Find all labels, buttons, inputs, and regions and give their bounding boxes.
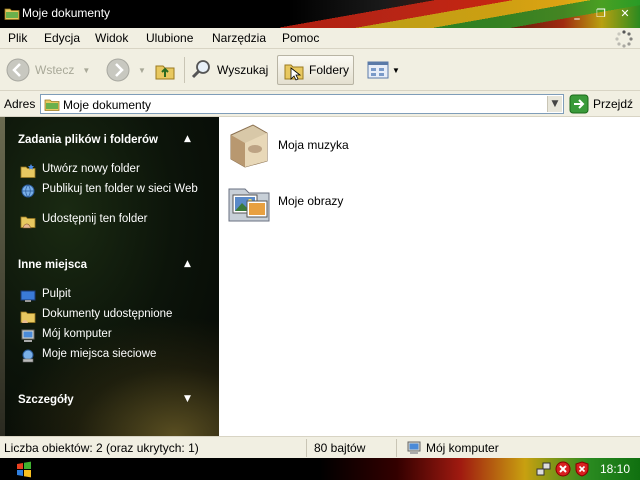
back-arrow-icon — [6, 58, 30, 82]
taskbar: 18:10 — [0, 458, 640, 480]
task-pane: Zadania plików i folderów ▲ Utwórz nowy … — [0, 117, 219, 436]
close-button[interactable]: ✕ — [618, 7, 632, 21]
place-label: Pulpit — [42, 288, 71, 300]
documents-folder-icon — [44, 99, 60, 111]
new-folder-icon — [20, 164, 36, 178]
title-bar[interactable]: Moje dokumenty _ ❐ ✕ — [0, 0, 640, 28]
place-label: Mój komputer — [42, 328, 112, 340]
menu-plik[interactable]: Plik — [8, 31, 27, 45]
publish-web-icon — [21, 184, 35, 198]
section-title-file-tasks[interactable]: Zadania plików i folderów — [18, 134, 158, 146]
menu-bar: Plik Edycja Widok Ulubione Narzędzia Pom… — [0, 28, 640, 49]
go-label: Przejdź — [593, 97, 634, 111]
toolbar: Wstecz ▼ ▼ Wyszukaj Foldery ▼ — [0, 49, 640, 91]
file-list[interactable]: Moja muzyka Moje obrazy — [219, 117, 640, 436]
section-title-other-places[interactable]: Inne miejsca — [18, 259, 87, 271]
folder-item-music[interactable]: Moja muzyka — [225, 119, 349, 171]
item-label: Moja muzyka — [278, 138, 349, 152]
menu-widok[interactable]: Widok — [95, 31, 128, 45]
back-button[interactable]: Wstecz ▼ — [6, 55, 90, 85]
status-divider — [306, 439, 307, 457]
task-share-folder[interactable]: Udostępnij ten folder — [20, 213, 210, 229]
section-title-details[interactable]: Szczegóły — [18, 394, 74, 406]
place-my-computer[interactable]: Mój komputer — [20, 328, 210, 344]
toolbar-separator — [184, 57, 185, 83]
back-label: Wstecz — [35, 63, 75, 77]
folders-label: Foldery — [309, 63, 350, 77]
title-bar-decoration — [280, 0, 640, 28]
menu-narzedzia[interactable]: Narzędzia — [212, 31, 266, 45]
status-location-label: Mój komputer — [426, 441, 499, 455]
start-button-windows-icon[interactable] — [14, 460, 36, 478]
folders-icon — [284, 64, 304, 81]
music-folder-icon — [230, 124, 268, 168]
task-new-folder[interactable]: Utwórz nowy folder — [20, 163, 210, 179]
up-folder-icon — [155, 65, 175, 80]
forward-button[interactable]: ▼ — [106, 55, 146, 85]
status-divider — [396, 439, 397, 457]
search-label: Wyszukaj — [217, 63, 269, 77]
address-input[interactable]: Moje dokumenty ▼ — [40, 94, 564, 114]
network-places-icon — [22, 349, 34, 363]
go-button[interactable]: Przejdź — [569, 94, 633, 114]
item-label: Moje obrazy — [278, 194, 344, 208]
views-dropdown-icon: ▼ — [392, 65, 400, 75]
place-desktop[interactable]: Pulpit — [20, 288, 210, 304]
taskbar-clock[interactable]: 18:10 — [600, 462, 630, 476]
folders-button[interactable]: Foldery — [277, 55, 354, 85]
up-folder-button[interactable] — [153, 55, 177, 85]
place-label: Dokumenty udostępnione — [42, 308, 173, 320]
address-label: Adres — [4, 97, 36, 111]
task-pane-edge — [0, 117, 5, 436]
loading-throbber-icon — [615, 30, 633, 48]
window-title: Moje dokumenty — [22, 6, 111, 20]
menu-ulubione[interactable]: Ulubione — [146, 31, 193, 45]
place-shared-documents[interactable]: Dokumenty udostępnione — [20, 308, 210, 324]
desktop-icon — [20, 290, 36, 302]
pictures-folder-icon — [228, 188, 270, 222]
forward-dropdown-icon[interactable]: ▼ — [138, 66, 146, 75]
address-dropdown-button[interactable]: ▼ — [547, 96, 562, 112]
forward-arrow-icon — [106, 58, 130, 82]
task-label: Udostępnij ten folder — [42, 213, 148, 225]
minimize-button[interactable]: _ — [570, 7, 584, 21]
status-bar: Liczba obiektów: 2 (oraz ukrytych: 1) 80… — [0, 436, 640, 458]
task-label: Publikuj ten folder w sieci Web — [42, 183, 198, 195]
collapse-arrow-icon[interactable]: ▲ — [184, 259, 191, 269]
place-network[interactable]: Moje miejsca sieciowe — [20, 348, 210, 364]
folder-item-pictures[interactable]: Moje obrazy — [225, 175, 343, 227]
security-alert-icon[interactable] — [555, 461, 571, 477]
views-button[interactable]: ▼ — [366, 55, 400, 85]
network-tray-icon[interactable] — [536, 461, 552, 477]
my-computer-icon — [21, 329, 35, 342]
my-computer-icon — [407, 441, 421, 454]
status-size: 80 bajtów — [314, 441, 366, 455]
folder-icon — [4, 8, 20, 20]
task-publish-web[interactable]: Publikuj ten folder w sieci Web — [20, 183, 210, 199]
back-dropdown-icon[interactable]: ▼ — [82, 66, 90, 75]
menu-edycja[interactable]: Edycja — [44, 31, 80, 45]
search-icon — [191, 60, 210, 79]
menu-pomoc[interactable]: Pomoc — [282, 31, 319, 45]
address-bar: Adres Moje dokumenty ▼ Przejdź — [0, 91, 640, 117]
collapse-arrow-icon[interactable]: ▲ — [184, 134, 191, 144]
status-object-count: Liczba obiektów: 2 (oraz ukrytych: 1) — [4, 441, 199, 455]
search-button[interactable]: Wyszukaj — [190, 55, 268, 85]
go-arrow-icon — [569, 94, 589, 114]
views-icon — [367, 61, 389, 79]
status-location: Mój komputer — [406, 437, 499, 459]
shared-documents-icon — [20, 311, 36, 323]
maximize-button[interactable]: ❐ — [594, 7, 608, 21]
place-label: Moje miejsca sieciowe — [42, 348, 157, 360]
expand-arrow-icon[interactable]: ▼ — [184, 394, 191, 404]
address-value: Moje dokumenty — [63, 98, 152, 112]
share-folder-icon — [20, 216, 36, 229]
task-label: Utwórz nowy folder — [42, 163, 140, 175]
shield-tray-icon[interactable] — [574, 461, 590, 477]
